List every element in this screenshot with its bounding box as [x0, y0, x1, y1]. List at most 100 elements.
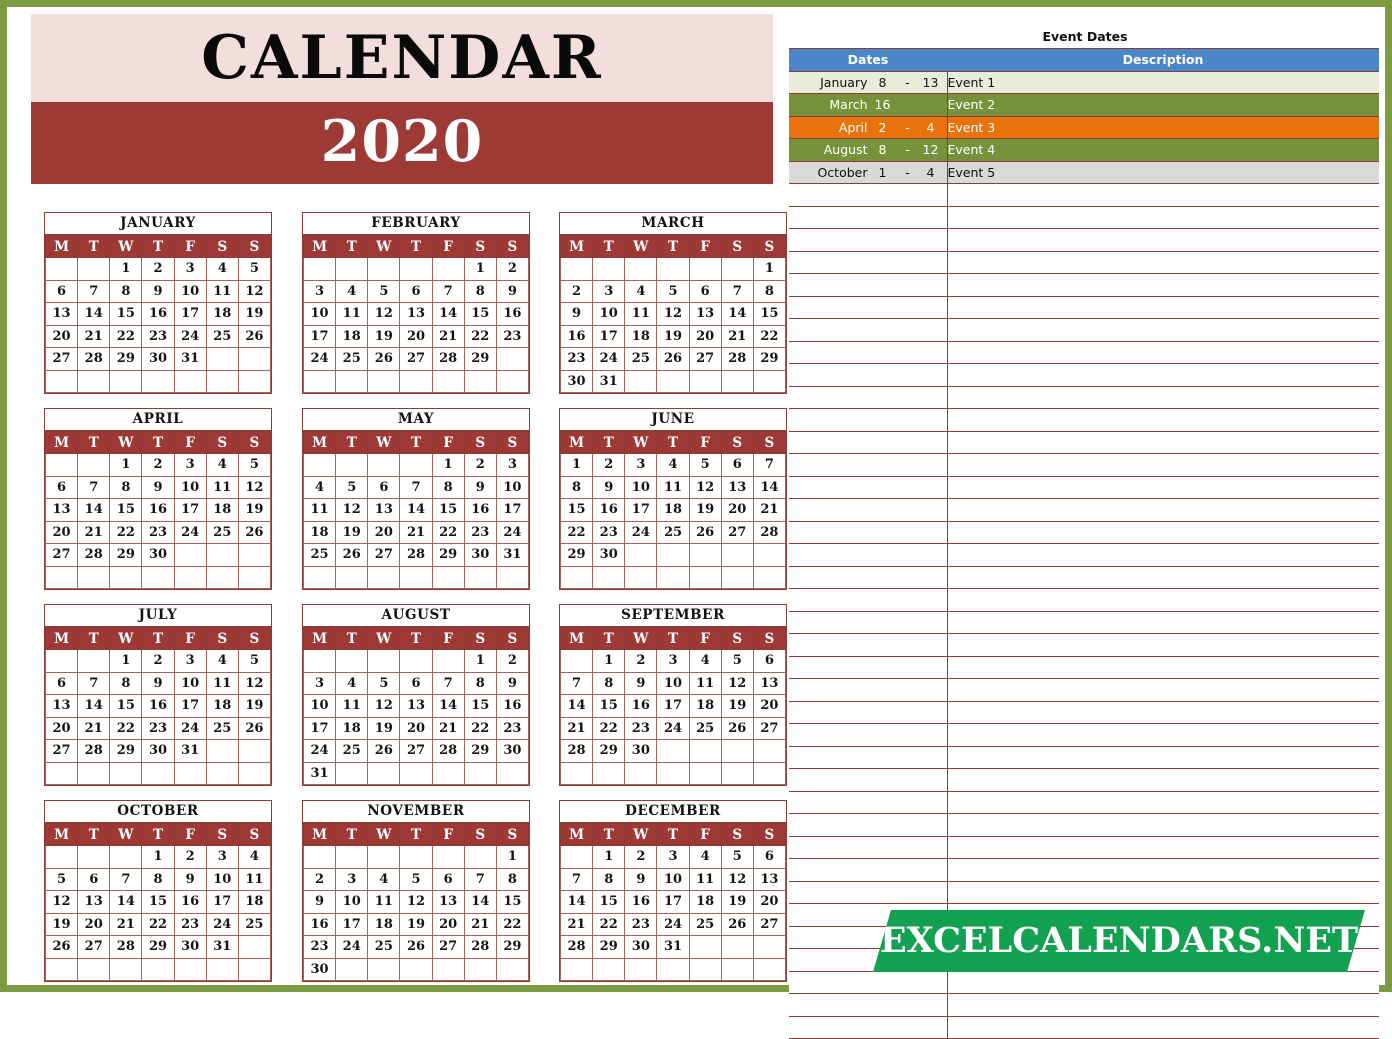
day-cell[interactable]: 29: [752, 347, 787, 371]
event-description-cell-empty[interactable]: [947, 633, 1379, 657]
day-cell[interactable]: 24: [624, 520, 658, 544]
day-cell[interactable]: 10: [624, 475, 658, 499]
day-cell[interactable]: 2: [141, 453, 175, 477]
day-cell[interactable]: 5: [335, 475, 369, 499]
day-cell[interactable]: 27: [720, 520, 754, 544]
day-cell[interactable]: 28: [77, 739, 111, 763]
day-cell[interactable]: 24: [592, 347, 626, 371]
day-cell[interactable]: 5: [399, 867, 433, 891]
day-cell[interactable]: 12: [720, 867, 754, 891]
day-cell[interactable]: 22: [109, 716, 143, 740]
day-cell[interactable]: 8: [463, 671, 497, 695]
event-row[interactable]: January 8 -13 Event 1: [789, 70, 1379, 94]
event-dates-cell-empty[interactable]: [789, 768, 948, 792]
event-dates-cell-empty[interactable]: [789, 520, 948, 544]
day-cell[interactable]: 3: [205, 845, 239, 869]
day-cell[interactable]: 27: [44, 543, 79, 567]
day-cell[interactable]: 26: [335, 543, 369, 567]
event-dates-cell-empty[interactable]: [789, 408, 948, 432]
day-cell[interactable]: 7: [109, 867, 143, 891]
day-cell[interactable]: 30: [173, 935, 207, 959]
day-cell[interactable]: 24: [335, 935, 369, 959]
day-cell[interactable]: 13: [77, 890, 111, 914]
day-cell[interactable]: 3: [624, 453, 658, 477]
event-row-empty[interactable]: [789, 250, 1379, 274]
event-dates-cell-empty[interactable]: [789, 340, 948, 364]
day-cell[interactable]: 17: [656, 694, 690, 718]
day-cell[interactable]: 12: [237, 475, 272, 499]
day-cell[interactable]: 31: [656, 935, 690, 959]
day-cell[interactable]: 18: [367, 912, 401, 936]
event-row-empty[interactable]: [789, 813, 1379, 837]
day-cell[interactable]: 5: [656, 279, 690, 303]
day-cell[interactable]: 8: [109, 475, 143, 499]
day-cell[interactable]: 25: [302, 543, 337, 567]
day-cell[interactable]: 21: [720, 324, 754, 348]
event-description-cell-empty[interactable]: [947, 858, 1379, 882]
day-cell[interactable]: 21: [431, 716, 465, 740]
event-description-cell-empty[interactable]: [947, 610, 1379, 634]
day-cell[interactable]: 26: [44, 935, 79, 959]
day-cell[interactable]: 23: [173, 912, 207, 936]
day-cell[interactable]: 3: [656, 845, 690, 869]
day-cell[interactable]: 3: [335, 867, 369, 891]
day-cell[interactable]: 25: [335, 739, 369, 763]
event-description-cell[interactable]: Event 5: [947, 160, 1379, 184]
day-cell[interactable]: 18: [335, 716, 369, 740]
day-cell[interactable]: 26: [720, 716, 754, 740]
event-row-empty[interactable]: [789, 520, 1379, 544]
event-description-cell-empty[interactable]: [947, 250, 1379, 274]
day-cell[interactable]: 26: [688, 520, 722, 544]
day-cell[interactable]: 29: [592, 935, 626, 959]
day-cell[interactable]: 5: [237, 649, 272, 673]
day-cell[interactable]: 10: [173, 475, 207, 499]
event-description-cell-empty[interactable]: [947, 340, 1379, 364]
event-dates-cell-empty[interactable]: [789, 970, 948, 994]
day-cell[interactable]: 18: [237, 890, 272, 914]
day-cell[interactable]: 27: [688, 347, 722, 371]
day-cell[interactable]: 19: [399, 912, 433, 936]
day-cell[interactable]: 22: [463, 716, 497, 740]
day-cell[interactable]: 17: [173, 498, 207, 522]
day-cell[interactable]: 29: [592, 739, 626, 763]
event-row-empty[interactable]: [789, 498, 1379, 522]
day-cell[interactable]: 25: [656, 520, 690, 544]
day-cell[interactable]: 15: [559, 498, 594, 522]
day-cell[interactable]: 12: [720, 671, 754, 695]
day-cell[interactable]: 31: [173, 347, 207, 371]
day-cell[interactable]: 1: [752, 257, 787, 281]
event-description-cell-empty[interactable]: [947, 385, 1379, 409]
day-cell[interactable]: 11: [205, 279, 239, 303]
day-cell[interactable]: 14: [77, 498, 111, 522]
event-description-cell-empty[interactable]: [947, 475, 1379, 499]
event-dates-cell-empty[interactable]: [789, 475, 948, 499]
day-cell[interactable]: 26: [720, 912, 754, 936]
day-cell[interactable]: 19: [688, 498, 722, 522]
day-cell[interactable]: 22: [109, 324, 143, 348]
day-cell[interactable]: 30: [624, 739, 658, 763]
day-cell[interactable]: 28: [559, 935, 594, 959]
event-dates-cell[interactable]: January 8 -13: [789, 70, 948, 94]
day-cell[interactable]: 15: [463, 302, 497, 326]
day-cell[interactable]: 6: [44, 475, 79, 499]
event-description-cell-empty[interactable]: [947, 363, 1379, 387]
event-row-empty[interactable]: [789, 723, 1379, 747]
day-cell[interactable]: 14: [463, 890, 497, 914]
day-cell[interactable]: 22: [495, 912, 530, 936]
event-description-cell-empty[interactable]: [947, 835, 1379, 859]
day-cell[interactable]: 3: [592, 279, 626, 303]
day-cell[interactable]: 24: [656, 912, 690, 936]
day-cell[interactable]: 16: [495, 302, 530, 326]
day-cell[interactable]: 28: [720, 347, 754, 371]
day-cell[interactable]: 22: [463, 324, 497, 348]
event-dates-cell[interactable]: April 2 -4: [789, 115, 948, 139]
day-cell[interactable]: 30: [302, 957, 337, 981]
day-cell[interactable]: 16: [624, 890, 658, 914]
event-dates-cell-empty[interactable]: [789, 790, 948, 814]
day-cell[interactable]: 1: [431, 453, 465, 477]
day-cell[interactable]: 26: [367, 739, 401, 763]
day-cell[interactable]: 29: [463, 739, 497, 763]
event-row-empty[interactable]: [789, 993, 1379, 1017]
day-cell[interactable]: 14: [559, 890, 594, 914]
day-cell[interactable]: 8: [431, 475, 465, 499]
